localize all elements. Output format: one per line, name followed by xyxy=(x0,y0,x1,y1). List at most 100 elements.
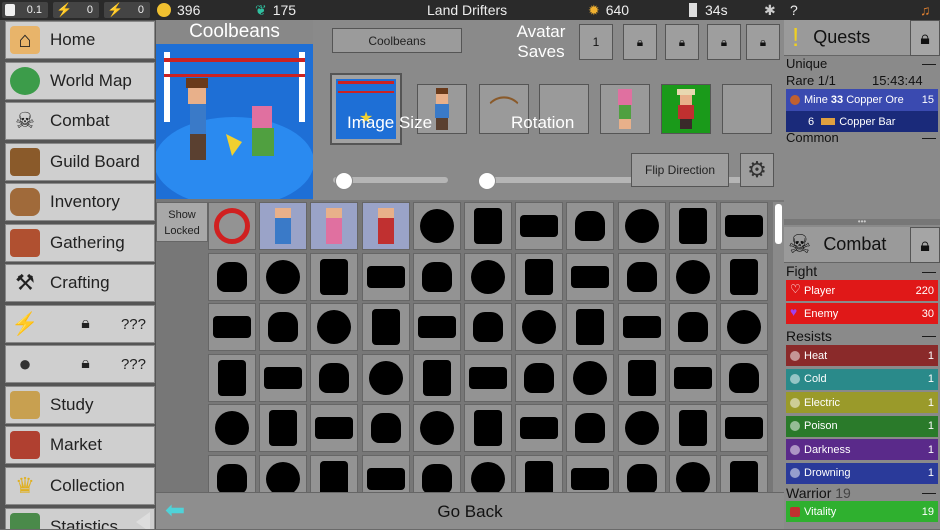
nav-statistics[interactable]: Statistics xyxy=(5,508,155,529)
combat-lock-button[interactable]: 🔒︎ xyxy=(910,227,940,263)
nav-study[interactable]: Study xyxy=(5,386,155,424)
bug-icon[interactable]: ✱ xyxy=(764,0,776,20)
avatar-part-cell[interactable] xyxy=(617,252,666,301)
avatar-part-cell[interactable] xyxy=(412,353,461,402)
avatar-part-cell[interactable] xyxy=(566,252,615,301)
avatar-part-cell[interactable] xyxy=(464,454,512,492)
avatar-part-cell[interactable] xyxy=(566,303,615,351)
avatar-part-cell[interactable] xyxy=(668,252,717,301)
avatar-part-cell[interactable] xyxy=(515,454,564,492)
avatar-part-cell[interactable] xyxy=(310,202,359,250)
avatar-part-cell[interactable] xyxy=(668,454,717,492)
avatar-part-cell[interactable] xyxy=(259,303,308,351)
avatar-part-cell[interactable] xyxy=(720,303,768,351)
avatar-part-cell[interactable] xyxy=(617,454,666,492)
avatar-part-cell[interactable] xyxy=(515,303,564,351)
avatar-part-cell[interactable] xyxy=(464,404,512,452)
avatar-part-cell[interactable] xyxy=(464,353,512,402)
nav-locked-2[interactable]: ● 🔒︎??? xyxy=(5,345,155,383)
avatar-part-cell[interactable] xyxy=(720,454,768,492)
panel-resize-handle[interactable]: ••• xyxy=(784,218,940,226)
nav-crafting[interactable]: ⚒ Crafting xyxy=(5,264,155,302)
avatar-part-cell[interactable] xyxy=(259,202,308,250)
avatar-part-cell[interactable] xyxy=(361,404,410,452)
image-size-handle[interactable] xyxy=(335,172,354,190)
avatar-part-cell[interactable] xyxy=(259,353,308,402)
nav-collection[interactable]: ♛ Collection xyxy=(5,467,155,505)
avatar-part-cell[interactable] xyxy=(361,252,410,301)
help-button[interactable]: ? xyxy=(790,0,798,20)
avatar-part-cell[interactable] xyxy=(668,202,717,250)
nav-combat[interactable]: ☠ Combat xyxy=(5,102,155,140)
avatar-part-cell[interactable] xyxy=(515,252,564,301)
avatar-part-cell[interactable] xyxy=(412,404,461,452)
gear-icon[interactable]: ⚙ xyxy=(740,153,774,187)
save-slot-1[interactable]: 1 xyxy=(579,24,613,60)
avatar-part-cell[interactable] xyxy=(208,404,256,452)
save-slot-lock-4[interactable]: 🔒︎ xyxy=(707,24,741,60)
collapse-resists-button[interactable]: — xyxy=(922,327,936,343)
avatar-part-cell[interactable] xyxy=(208,252,256,301)
save-slot-lock-3[interactable]: 🔒︎ xyxy=(665,24,699,60)
save-slot-lock-5[interactable]: 🔒︎ xyxy=(746,24,780,60)
nav-home[interactable]: ⌂ Home xyxy=(5,21,155,59)
quest-mine-copper[interactable]: Mine 33 Copper Ore 15 xyxy=(786,89,938,111)
layer-empty-2[interactable] xyxy=(722,84,772,134)
nav-market[interactable]: Market xyxy=(5,426,155,464)
collapse-unique-button[interactable]: — xyxy=(922,55,936,71)
go-back-button[interactable]: Go Back xyxy=(156,492,784,529)
rotation-handle[interactable] xyxy=(478,172,496,190)
collapse-sidebar-button[interactable] xyxy=(136,512,150,529)
avatar-part-cell[interactable] xyxy=(720,202,768,250)
avatar-part-cell[interactable] xyxy=(720,353,768,402)
nav-guild-board[interactable]: Guild Board xyxy=(5,143,155,181)
avatar-part-cell[interactable] xyxy=(566,202,615,250)
avatar-part-cell[interactable] xyxy=(566,353,615,402)
grid-scrollbar[interactable] xyxy=(773,202,784,492)
avatar-part-cell[interactable] xyxy=(464,252,512,301)
layer-background[interactable]: ★ xyxy=(330,73,402,145)
nav-inventory[interactable]: Inventory xyxy=(5,183,155,221)
collapse-fight-button[interactable]: — xyxy=(922,263,936,279)
avatar-part-cell[interactable] xyxy=(310,454,359,492)
avatar-part-cell[interactable] xyxy=(361,202,410,250)
avatar-part-cell[interactable] xyxy=(259,404,308,452)
avatar-part-cell[interactable] xyxy=(361,454,410,492)
avatar-part-cell[interactable] xyxy=(720,404,768,452)
flip-direction-button[interactable]: Flip Direction xyxy=(631,153,729,187)
avatar-part-cell[interactable] xyxy=(617,303,666,351)
quests-lock-button[interactable]: 🔒︎ xyxy=(910,20,940,56)
nav-locked-1[interactable]: ⚡ 🔒︎??? xyxy=(5,305,155,343)
avatar-part-cell[interactable] xyxy=(412,202,461,250)
save-slot-lock-2[interactable]: 🔒︎ xyxy=(623,24,657,60)
collapse-common-button[interactable]: — xyxy=(922,129,936,145)
collapse-warrior-button[interactable]: — xyxy=(922,484,936,500)
show-locked-button[interactable]: Show Locked xyxy=(156,202,208,242)
avatar-name-field[interactable]: Coolbeans xyxy=(332,28,462,53)
nav-gathering[interactable]: Gathering xyxy=(5,224,155,262)
avatar-part-cell[interactable] xyxy=(412,454,461,492)
layer-pirate[interactable] xyxy=(661,84,711,134)
avatar-part-cell[interactable] xyxy=(259,454,308,492)
avatar-part-cell[interactable] xyxy=(515,404,564,452)
avatar-part-cell[interactable] xyxy=(668,353,717,402)
avatar-part-cell[interactable] xyxy=(412,252,461,301)
avatar-part-cell[interactable] xyxy=(720,252,768,301)
avatar-part-cell[interactable] xyxy=(310,353,359,402)
avatar-part-cell[interactable] xyxy=(412,303,461,351)
avatar-part-cell[interactable] xyxy=(617,353,666,402)
avatar-part-cell[interactable] xyxy=(566,454,615,492)
grid-scrollbar-thumb[interactable] xyxy=(775,204,782,244)
avatar-part-cell[interactable] xyxy=(464,303,512,351)
nav-world-map[interactable]: World Map xyxy=(5,62,155,100)
avatar-part-cell[interactable] xyxy=(515,353,564,402)
avatar-part-cell[interactable] xyxy=(668,404,717,452)
avatar-part-cell[interactable] xyxy=(617,404,666,452)
avatar-part-cell[interactable] xyxy=(617,202,666,250)
avatar-part-cell[interactable] xyxy=(566,404,615,452)
avatar-part-cell[interactable] xyxy=(515,202,564,250)
avatar-part-cell[interactable] xyxy=(208,353,256,402)
avatar-part-cell[interactable] xyxy=(310,303,359,351)
avatar-part-cell[interactable] xyxy=(464,202,512,250)
avatar-part-cell[interactable] xyxy=(208,202,256,250)
